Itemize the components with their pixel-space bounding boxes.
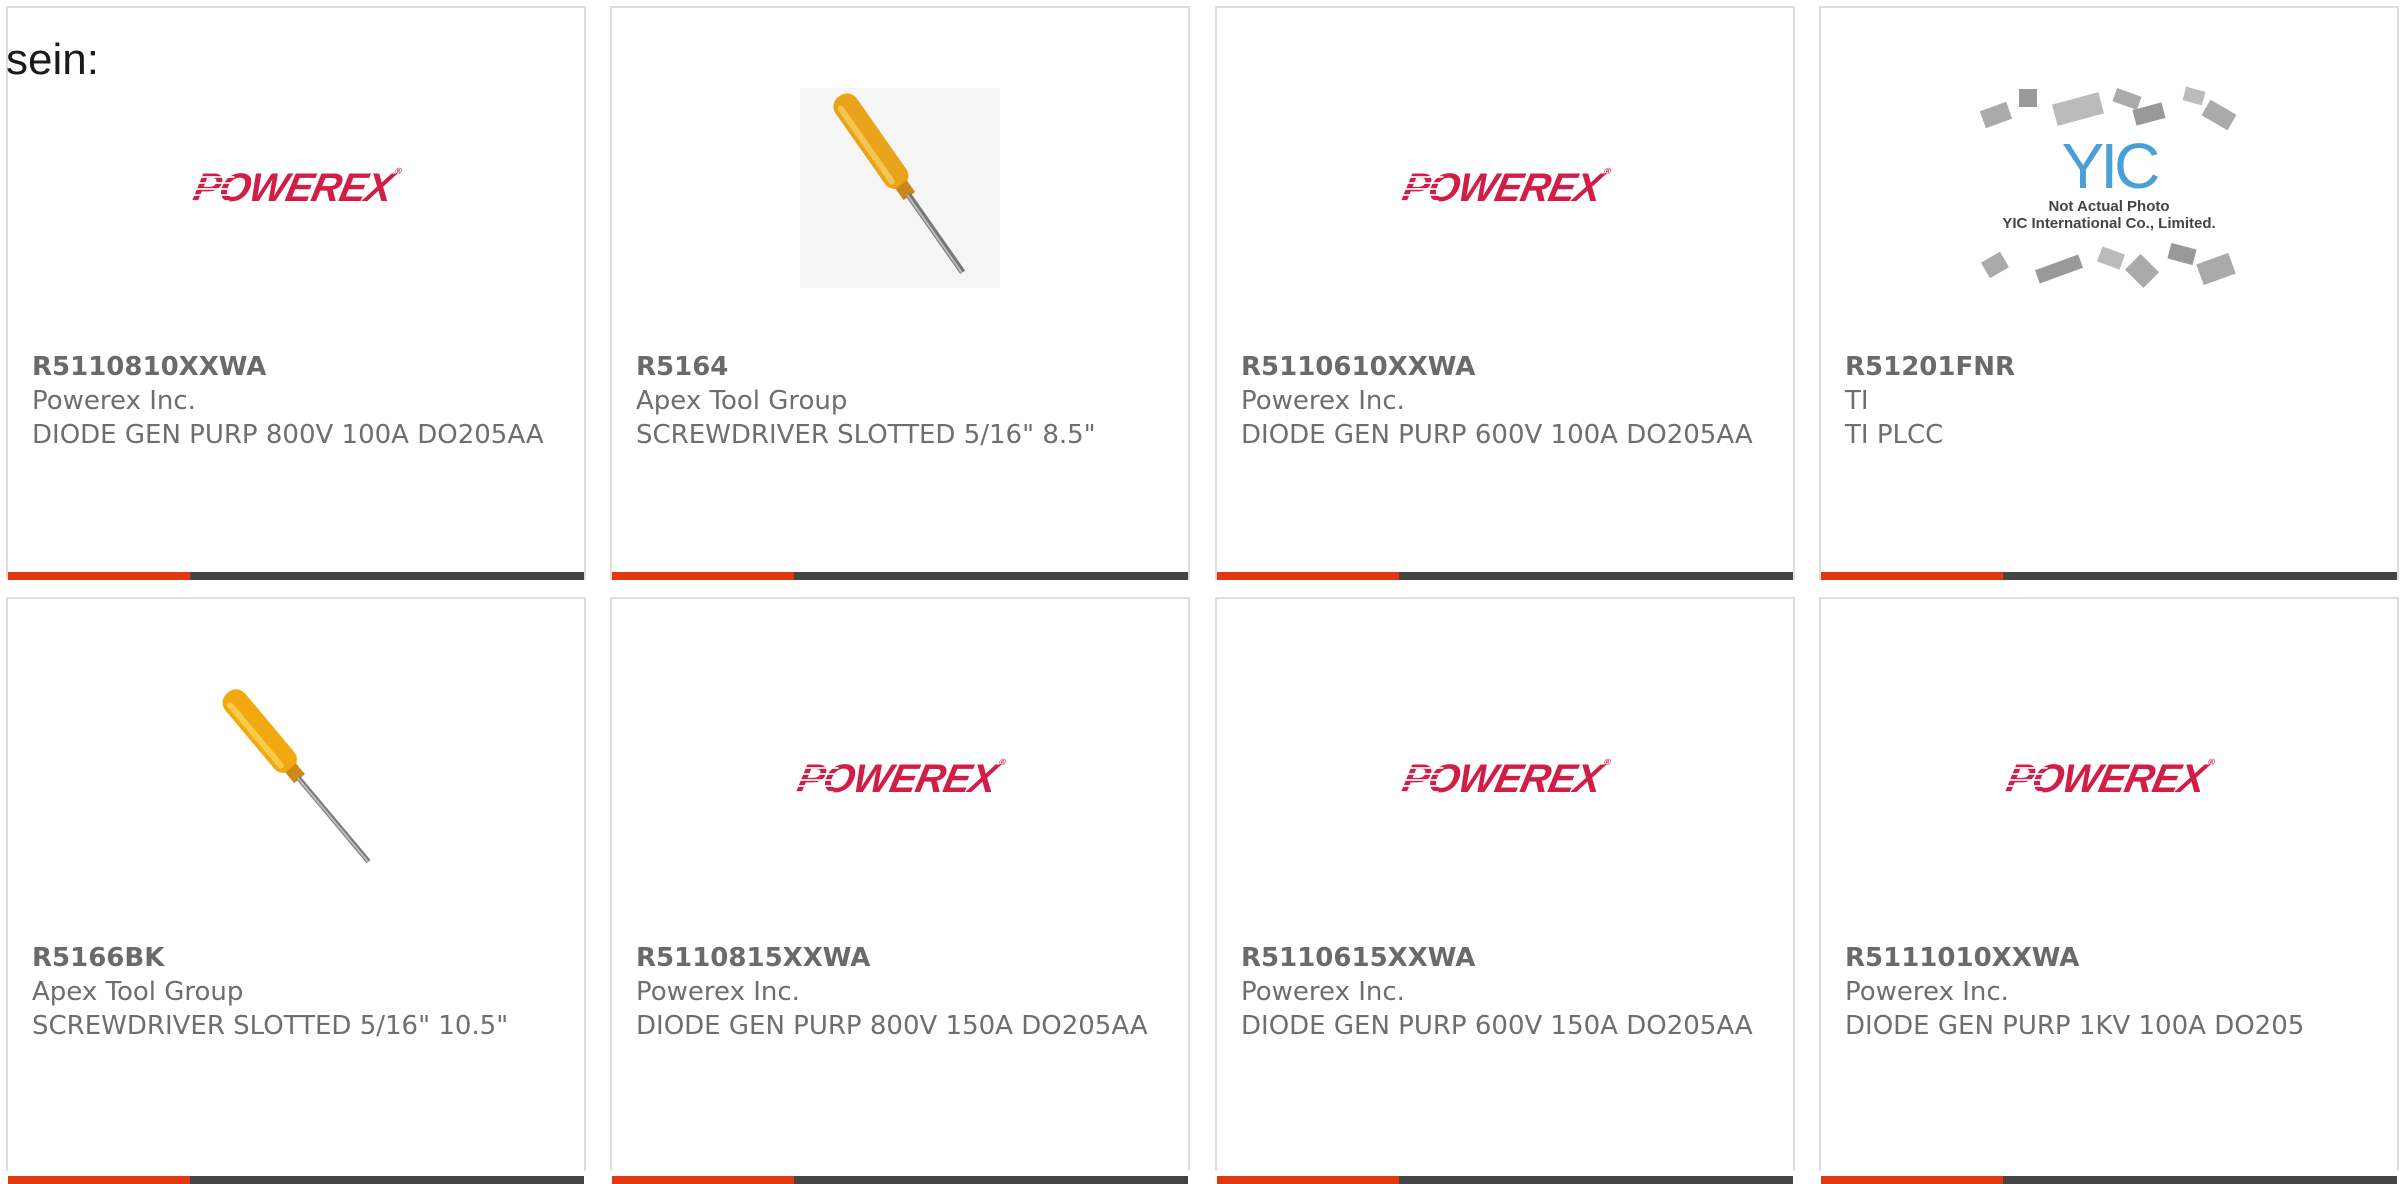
product-card-R5110615XXWA[interactable]: POWEREX® R5110615XXWA Powerex Inc. DIODE… xyxy=(1215,597,1795,1184)
manufacturer: Apex Tool Group xyxy=(636,386,848,416)
product-image: POWEREX® xyxy=(612,639,1188,919)
description: DIODE GEN PURP 800V 100A DO205AA xyxy=(32,420,544,450)
product-card-R5110810XXWA[interactable]: POWEREX® R5110810XXWA Powerex Inc. DIODE… xyxy=(6,6,586,580)
powerex-logo: POWEREX® xyxy=(793,756,1007,802)
part-number[interactable]: R5110610XXWA xyxy=(1241,350,1773,384)
screwdriver-image xyxy=(800,88,1000,288)
product-image: POWEREX® xyxy=(1217,639,1793,919)
intro-text: sein: xyxy=(6,35,99,84)
card-bottom-bar xyxy=(612,1176,1188,1184)
product-card-R5111010XXWA[interactable]: POWEREX® R5111010XXWA Powerex Inc. DIODE… xyxy=(1819,597,2399,1184)
product-card-R5166BK[interactable]: R5166BK Apex Tool Group SCREWDRIVER SLOT… xyxy=(6,597,586,1184)
card-bottom-bar xyxy=(1217,1176,1793,1184)
description: TI PLCC xyxy=(1845,420,1944,450)
description: DIODE GEN PURP 600V 100A DO205AA xyxy=(1241,420,1753,450)
description: DIODE GEN PURP 600V 150A DO205AA xyxy=(1241,1011,1753,1041)
card-bottom-bar xyxy=(8,1176,584,1184)
part-number[interactable]: R5110810XXWA xyxy=(32,350,564,384)
description: SCREWDRIVER SLOTTED 5/16" 8.5" xyxy=(636,420,1096,450)
yic-note-1: Not Actual Photo xyxy=(2048,198,2170,215)
manufacturer: Powerex Inc. xyxy=(1241,977,1405,1007)
powerex-logo: POWEREX® xyxy=(189,165,403,211)
chip-packages-icon xyxy=(1980,242,2236,288)
card-bottom-bar xyxy=(1821,1176,2397,1184)
description: DIODE GEN PURP 1KV 100A DO205 xyxy=(1845,1011,2305,1041)
screwdriver-image xyxy=(222,689,371,864)
product-card-R5164[interactable]: R5164 Apex Tool Group SCREWDRIVER SLOTTE… xyxy=(610,6,1190,580)
manufacturer: Powerex Inc. xyxy=(32,386,196,416)
card-bottom-bar xyxy=(612,572,1188,580)
product-card-R51201FNR[interactable]: YIC Not Actual Photo YIC International C… xyxy=(1819,6,2399,580)
manufacturer: Powerex Inc. xyxy=(636,977,800,1007)
powerex-logo: POWEREX® xyxy=(1398,756,1612,802)
card-bottom-bar xyxy=(1821,572,2397,580)
product-image: YIC Not Actual Photo YIC International C… xyxy=(1821,48,2397,328)
yic-logo: YIC xyxy=(2061,130,2161,202)
powerex-logo: POWEREX® xyxy=(1398,165,1612,211)
product-image: POWEREX® xyxy=(8,48,584,328)
manufacturer: TI xyxy=(1845,386,1869,416)
card-bottom-bar xyxy=(1217,572,1793,580)
product-image xyxy=(8,639,584,919)
part-number[interactable]: R5110615XXWA xyxy=(1241,941,1773,975)
product-image: POWEREX® xyxy=(1821,639,2397,919)
product-image xyxy=(612,48,1188,328)
part-number[interactable]: R5164 xyxy=(636,350,1168,384)
yic-note-2: YIC International Co., Limited. xyxy=(2002,215,2216,232)
card-bottom-bar xyxy=(8,572,584,580)
description: DIODE GEN PURP 800V 150A DO205AA xyxy=(636,1011,1148,1041)
product-card-R5110815XXWA[interactable]: POWEREX® R5110815XXWA Powerex Inc. DIODE… xyxy=(610,597,1190,1184)
manufacturer: Powerex Inc. xyxy=(1845,977,2009,1007)
part-number[interactable]: R5111010XXWA xyxy=(1845,941,2377,975)
manufacturer: Apex Tool Group xyxy=(32,977,244,1007)
part-number[interactable]: R51201FNR xyxy=(1845,350,2377,384)
chip-packages-icon xyxy=(1979,86,2237,131)
part-number[interactable]: R5166BK xyxy=(32,941,564,975)
description: SCREWDRIVER SLOTTED 5/16" 10.5" xyxy=(32,1011,509,1041)
manufacturer: Powerex Inc. xyxy=(1241,386,1405,416)
powerex-logo: POWEREX® xyxy=(2002,756,2216,802)
product-card-R5110610XXWA[interactable]: POWEREX® R5110610XXWA Powerex Inc. DIODE… xyxy=(1215,6,1795,580)
product-image: POWEREX® xyxy=(1217,48,1793,328)
part-number[interactable]: R5110815XXWA xyxy=(636,941,1168,975)
